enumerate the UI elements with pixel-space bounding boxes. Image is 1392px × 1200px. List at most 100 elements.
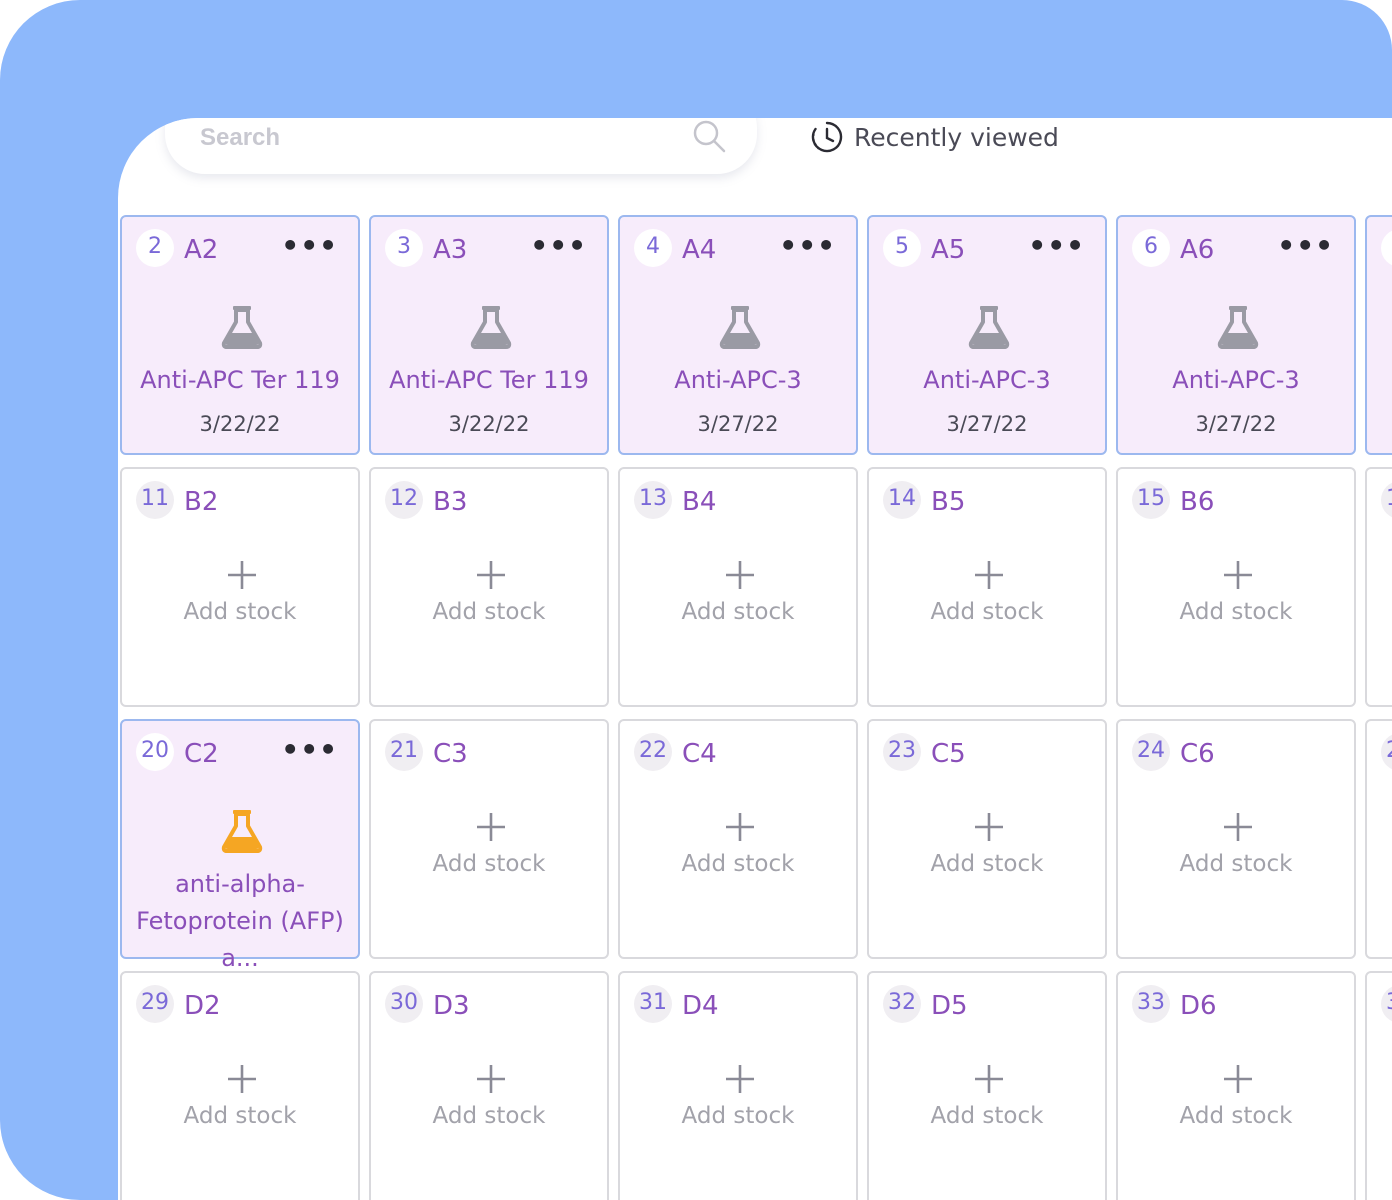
add-stock-button[interactable]: Add stock [869,1103,1105,1129]
stock-date: 3/22/22 [448,412,530,436]
cell-position-label: C2 [184,739,219,769]
add-stock-button[interactable]: Add stock [1118,851,1354,877]
grid-cell[interactable]: 13 B4 Add stock [618,467,858,707]
plus-icon[interactable] [1222,811,1254,843]
grid-cell[interactable]: 21 C3 Add stock [369,719,609,959]
cell-number-badge: 2 [136,229,174,267]
add-stock-button[interactable]: Add stock [122,599,358,625]
grid-cell[interactable]: 11 B2 Add stock [120,467,360,707]
grid-cell[interactable]: 25 [1365,719,1392,959]
grid-cell[interactable]: 16 [1365,467,1392,707]
grid-cell[interactable]: 32 D5 Add stock [867,971,1107,1200]
cell-number-badge: 32 [883,985,921,1023]
grid-cell[interactable]: 7 [1365,215,1392,455]
plus-icon[interactable] [226,559,258,591]
cell-number-badge: 6 [1132,229,1170,267]
cell-position-label: B2 [184,487,219,517]
cell-position-label: A6 [1180,235,1215,265]
cell-position-label: D2 [184,991,221,1021]
grid-cell[interactable]: 34 [1365,971,1392,1200]
plus-icon[interactable] [973,1063,1005,1095]
cell-position-label: C6 [1180,739,1215,769]
add-stock-button[interactable]: Add stock [371,851,607,877]
cell-number-badge: 29 [136,985,174,1023]
stock-date: 3/22/22 [199,412,281,436]
cell-number-badge: 7 [1381,229,1392,267]
search-icon[interactable] [691,118,727,154]
grid-cell[interactable]: 29 D2 Add stock [120,971,360,1200]
grid-cell[interactable]: 3 A3 ••• Anti-APC Ter 119 3/22/22 [369,215,609,455]
cell-number-badge: 25 [1381,733,1392,771]
add-stock-button[interactable]: Add stock [620,1103,856,1129]
grid-cell[interactable]: 14 B5 Add stock [867,467,1107,707]
cell-position-label: B4 [682,487,717,517]
history-clock-icon [811,121,843,153]
add-stock-button[interactable]: Add stock [1118,599,1354,625]
cell-number-badge: 4 [634,229,672,267]
grid-cell[interactable]: 20 C2 ••• anti-alpha-Fetoprotein (AFP) a..… [120,719,360,972]
grid-cell[interactable]: 24 C6 Add stock [1116,719,1356,959]
plus-icon[interactable] [973,811,1005,843]
grid-cell[interactable]: 22 C4 Add stock [618,719,858,959]
cell-number-badge: 24 [1132,733,1170,771]
plus-icon[interactable] [724,559,756,591]
add-stock-button[interactable]: Add stock [371,599,607,625]
search-bar[interactable] [165,118,757,174]
more-options-icon[interactable]: ••• [281,231,338,261]
cell-position-label: A3 [433,235,468,265]
stock-name: anti-alpha-Fetoprotein (AFP) a... [136,870,344,972]
cell-number-badge: 14 [883,481,921,519]
grid-cell[interactable]: 33 D6 Add stock [1116,971,1356,1200]
grid-cell[interactable]: 23 C5 Add stock [867,719,1107,959]
grid-cell[interactable]: 30 D3 Add stock [369,971,609,1200]
grid-cell[interactable]: 5 A5 ••• Anti-APC-3 3/27/22 [867,215,1107,455]
search-input[interactable] [200,124,691,152]
cell-position-label: A2 [184,235,219,265]
grid-cell[interactable]: 2 A2 ••• Anti-APC Ter 119 3/22/22 [120,215,360,455]
plus-icon[interactable] [475,811,507,843]
grid-cell[interactable]: 12 B3 Add stock [369,467,609,707]
cell-number-badge: 30 [385,985,423,1023]
add-stock-button[interactable]: Add stock [122,1103,358,1129]
cell-position-label: D6 [1180,991,1217,1021]
add-stock-button[interactable]: Add stock [869,851,1105,877]
cell-position-label: C3 [433,739,468,769]
grid-cell[interactable]: 4 A4 ••• Anti-APC-3 3/27/22 [618,215,858,455]
cell-position-label: D4 [682,991,719,1021]
more-options-icon[interactable]: ••• [530,231,587,261]
plus-icon[interactable] [1222,559,1254,591]
plus-icon[interactable] [973,559,1005,591]
plus-icon[interactable] [1222,1063,1254,1095]
flask-icon [719,305,761,349]
add-stock-button[interactable]: Add stock [1118,1103,1354,1129]
cell-position-label: A4 [682,235,717,265]
app-panel: Recently viewed 2A2••• Anti-APC Ter 1193… [118,118,1392,1200]
cell-position-label: D3 [433,991,470,1021]
add-stock-button[interactable]: Add stock [620,851,856,877]
stock-date: 3/27/22 [697,412,779,436]
plus-icon[interactable] [724,1063,756,1095]
grid-cell[interactable]: 6 A6 ••• Anti-APC-3 3/27/22 [1116,215,1356,455]
more-options-icon[interactable]: ••• [1277,231,1334,261]
more-options-icon[interactable]: ••• [779,231,836,261]
stock-name: Anti-APC-3 [923,366,1051,394]
plus-icon[interactable] [475,559,507,591]
add-stock-button[interactable]: Add stock [620,599,856,625]
recently-viewed-button[interactable]: Recently viewed [810,120,1059,154]
cell-number-badge: 22 [634,733,672,771]
plus-icon[interactable] [475,1063,507,1095]
plus-icon[interactable] [226,1063,258,1095]
add-stock-button[interactable]: Add stock [869,599,1105,625]
plus-icon[interactable] [724,811,756,843]
more-options-icon[interactable]: ••• [1028,231,1085,261]
stock-name: Anti-APC-3 [674,366,802,394]
cell-position-label: B6 [1180,487,1215,517]
add-stock-button[interactable]: Add stock [371,1103,607,1129]
cell-number-badge: 15 [1132,481,1170,519]
more-options-icon[interactable]: ••• [281,735,338,765]
cell-number-badge: 33 [1132,985,1170,1023]
grid-cell[interactable]: 31 D4 Add stock [618,971,858,1200]
cell-number-badge: 34 [1381,985,1392,1023]
flask-icon [968,305,1010,349]
grid-cell[interactable]: 15 B6 Add stock [1116,467,1356,707]
